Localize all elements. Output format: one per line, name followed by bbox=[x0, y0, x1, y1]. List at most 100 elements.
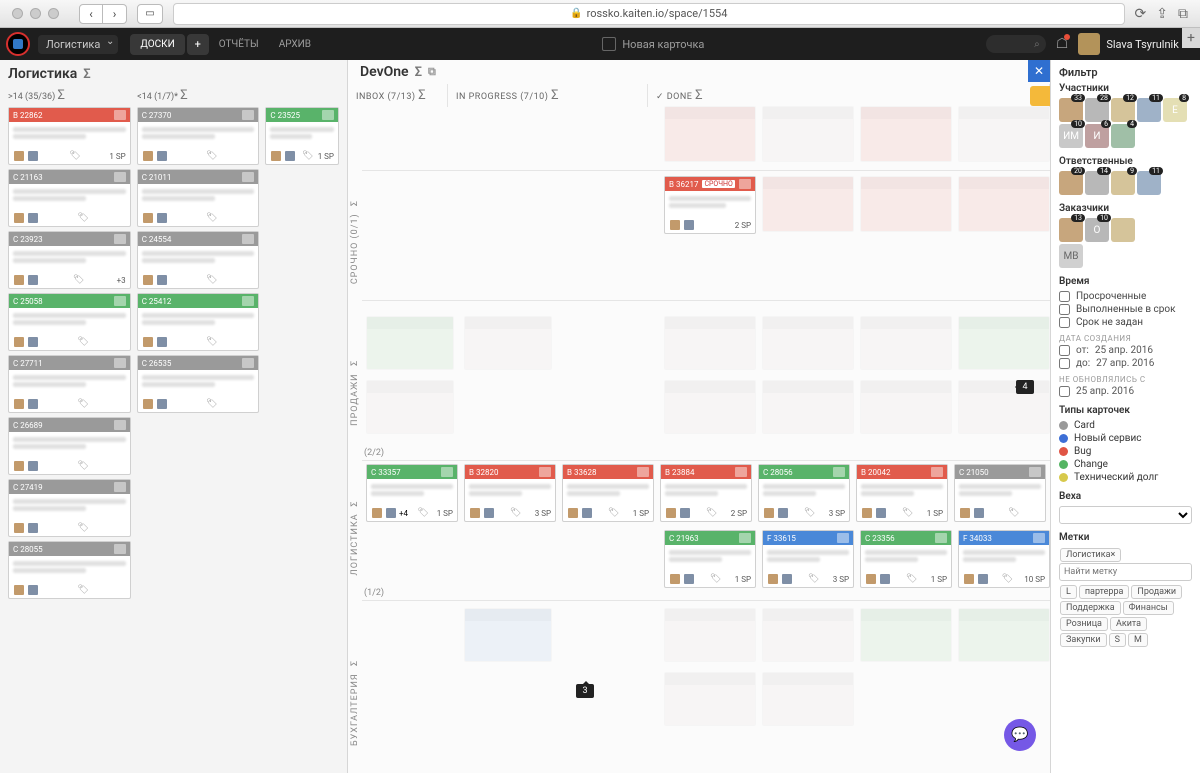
card[interactable]: C 21963 🏷1 SP bbox=[664, 530, 756, 588]
ck-ontime[interactable]: Выполненные в срок bbox=[1059, 304, 1192, 315]
doc-icon bbox=[602, 37, 616, 51]
avatar-filter[interactable]: 4 bbox=[1111, 124, 1135, 148]
tag-chip[interactable]: M bbox=[1128, 633, 1148, 647]
tab-overview-button[interactable]: ▭ bbox=[137, 4, 163, 24]
stage-in-progress[interactable]: IN PROGRESS (7/10) Σ bbox=[448, 84, 648, 107]
tag-chip[interactable]: Продажи bbox=[1131, 585, 1182, 599]
search-input[interactable]: ⌕ bbox=[986, 35, 1046, 53]
address-bar[interactable]: 🔒 rossko.kaiten.io/space/1554 bbox=[173, 3, 1125, 25]
card[interactable]: C 26689 🏷 bbox=[8, 417, 131, 475]
tag-chip[interactable]: Розница bbox=[1060, 617, 1108, 631]
tag-chip[interactable]: S bbox=[1109, 633, 1126, 647]
card[interactable]: B 32820 🏷3 SP bbox=[464, 464, 556, 522]
card[interactable]: B 22862 🏷1 SP bbox=[8, 107, 131, 165]
tab-archive[interactable]: АРХИВ bbox=[269, 34, 321, 55]
tag-chip[interactable]: Закупки bbox=[1060, 633, 1107, 647]
participants-avatars: 33281211Е8 ИМ10И64 bbox=[1059, 98, 1192, 148]
card[interactable]: F 33615 🏷3 SP bbox=[762, 530, 854, 588]
chat-button[interactable]: 💬 bbox=[1004, 719, 1036, 751]
avatar-filter[interactable]: Е8 bbox=[1163, 98, 1187, 122]
card[interactable]: C 23923 🏷+3 bbox=[8, 231, 131, 289]
add-board-button[interactable]: + bbox=[187, 34, 209, 55]
card-type-option[interactable]: Change bbox=[1059, 459, 1192, 470]
card-type-option[interactable]: Технический долг bbox=[1059, 472, 1192, 483]
avatar-filter[interactable]: 12 bbox=[1111, 98, 1135, 122]
tag-chip[interactable]: партерра bbox=[1079, 585, 1130, 599]
card-type-option[interactable]: Bug bbox=[1059, 446, 1192, 457]
forward-button[interactable]: › bbox=[103, 4, 127, 24]
avatar-filter[interactable]: И6 bbox=[1085, 124, 1109, 148]
col-b-header[interactable]: <14 (1/7)* Σ bbox=[137, 88, 258, 103]
avatar-filter[interactable]: 20 bbox=[1059, 171, 1083, 195]
tabs-icon[interactable]: ⧉ bbox=[1178, 6, 1188, 22]
stage-done[interactable]: ✓ DONE Σ bbox=[648, 84, 1050, 107]
tag-chip[interactable]: Акита bbox=[1110, 617, 1147, 631]
card[interactable]: C 27711 🏷 bbox=[8, 355, 131, 413]
tag-chip[interactable]: L bbox=[1060, 585, 1077, 599]
tag-chip[interactable]: Поддержка bbox=[1060, 601, 1121, 615]
app-logo[interactable] bbox=[6, 32, 30, 56]
avatar-filter[interactable]: ИМ10 bbox=[1059, 124, 1083, 148]
card[interactable]: B 33628 🏷1 SP bbox=[562, 464, 654, 522]
sigma-icon[interactable]: Σ bbox=[83, 67, 90, 82]
avatar-filter[interactable]: 14 bbox=[1085, 171, 1109, 195]
card-type-option[interactable]: Новый сервис bbox=[1059, 433, 1192, 444]
card[interactable]: C 21050 🏷 bbox=[954, 464, 1046, 522]
user-menu[interactable]: Slava Tsyrulnik ⌄ bbox=[1078, 33, 1194, 55]
avatar-filter[interactable] bbox=[1111, 218, 1135, 242]
avatar-filter[interactable]: 33 bbox=[1059, 98, 1083, 122]
avatar-filter[interactable]: 9 bbox=[1111, 171, 1135, 195]
avatar-filter[interactable]: 28 bbox=[1085, 98, 1109, 122]
card[interactable]: C 27370 🏷 bbox=[137, 107, 260, 165]
left-board: ЛогистикаΣ >14 (35/36) Σ <14 (1/7)* Σ B … bbox=[0, 60, 348, 773]
card[interactable]: C 23525 🏷1 SP bbox=[265, 107, 339, 165]
card-type-option[interactable]: Card bbox=[1059, 420, 1192, 431]
tab-boards[interactable]: ДОСКИ bbox=[130, 34, 184, 55]
date-updated[interactable]: 25 апр. 2016 bbox=[1059, 386, 1192, 397]
avatar-filter[interactable]: 11 bbox=[1137, 171, 1161, 195]
avatar-filter[interactable]: 13 bbox=[1059, 218, 1083, 242]
card[interactable]: C 28055 🏷 bbox=[8, 541, 131, 599]
card[interactable]: C 23356 🏷1 SP bbox=[860, 530, 952, 588]
avatar-filter[interactable]: О10 bbox=[1085, 218, 1109, 242]
app-header: Логистика ДОСКИ + ОТЧЁТЫ АРХИВ Новая кар… bbox=[0, 28, 1200, 60]
col-a-header[interactable]: >14 (35/36) Σ bbox=[8, 88, 129, 103]
left-col-c: C 23525 🏷1 SP bbox=[265, 107, 339, 599]
avatar-mb[interactable]: МВ bbox=[1059, 244, 1083, 268]
tab-reports[interactable]: ОТЧЁТЫ bbox=[209, 34, 269, 55]
milestone-select[interactable] bbox=[1059, 506, 1192, 524]
card[interactable]: C 25412 🏷 bbox=[137, 293, 260, 351]
card[interactable]: C 33357 +4🏷1 SP bbox=[366, 464, 458, 522]
marker-4: 4 bbox=[1016, 380, 1034, 394]
tag-selected[interactable]: Логистика × bbox=[1060, 548, 1121, 562]
sigma-icon[interactable]: Σ bbox=[415, 65, 422, 80]
reload-icon[interactable]: ⟳ bbox=[1135, 6, 1147, 22]
card[interactable]: C 28056 🏷3 SP bbox=[758, 464, 850, 522]
new-tab-button[interactable]: + bbox=[1182, 28, 1200, 48]
avatar-filter[interactable]: 11 bbox=[1137, 98, 1161, 122]
card[interactable]: C 25058 🏷 bbox=[8, 293, 131, 351]
tag-search-input[interactable] bbox=[1059, 563, 1192, 581]
space-selector[interactable]: Логистика bbox=[38, 35, 118, 54]
card[interactable]: C 26535 🏷 bbox=[137, 355, 260, 413]
left-col-b: C 27370 🏷C 21011 🏷C 24554 🏷C 25412 🏷C 26… bbox=[137, 107, 260, 599]
tag-chip[interactable]: Финансы bbox=[1123, 601, 1174, 615]
card[interactable]: B 20042 🏷1 SP bbox=[856, 464, 948, 522]
external-link-icon[interactable]: ⧉ bbox=[428, 65, 436, 79]
new-card-action[interactable]: Новая карточка bbox=[329, 37, 978, 51]
card[interactable]: C 21011 🏷 bbox=[137, 169, 260, 227]
stage-inbox[interactable]: INBOX (7/13) Σ bbox=[348, 84, 448, 107]
card[interactable]: C 27419 🏷 bbox=[8, 479, 131, 537]
card-urgent[interactable]: B 36217СРОЧНО 2 SP bbox=[664, 176, 756, 234]
card[interactable]: F 34033 🏷10 SP bbox=[958, 530, 1050, 588]
card[interactable]: B 23884 🏷2 SP bbox=[660, 464, 752, 522]
notifications-icon[interactable]: ☖ bbox=[1056, 36, 1069, 52]
date-from[interactable]: от:25 апр. 2016 bbox=[1059, 345, 1192, 356]
ck-overdue[interactable]: Просроченные bbox=[1059, 291, 1192, 302]
card[interactable]: C 21163 🏷 bbox=[8, 169, 131, 227]
back-button[interactable]: ‹ bbox=[79, 4, 103, 24]
share-icon[interactable]: ⇪ bbox=[1156, 6, 1168, 22]
date-to[interactable]: до:27 апр. 2016 bbox=[1059, 358, 1192, 369]
card[interactable]: C 24554 🏷 bbox=[137, 231, 260, 289]
ck-nodue[interactable]: Срок не задан bbox=[1059, 317, 1192, 328]
